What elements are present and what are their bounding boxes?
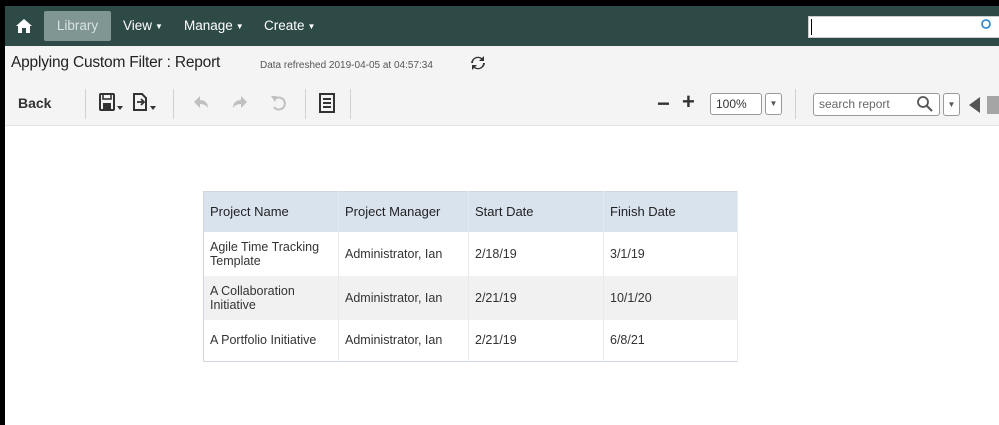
nav-create-menu[interactable]: Create ▼ [264,6,315,46]
toolbar-divider [85,89,86,119]
page-title: Applying Custom Filter : Report [11,54,221,71]
refresh-icon[interactable] [469,54,487,72]
cell-project-manager: Administrator, Ian [338,231,469,276]
home-icon[interactable] [15,17,33,35]
search-icon[interactable] [981,19,993,33]
redo-icon[interactable] [230,92,250,114]
nav-manage-label: Manage [184,18,233,33]
previous-result-icon[interactable] [969,97,980,113]
zoom-out-button[interactable]: − [657,91,670,117]
report-settings-icon[interactable] [318,92,336,114]
cell-finish-date: 6/8/21 [603,319,738,362]
cell-project-name: A Collaboration Initiative [203,275,339,320]
table-row: A Collaboration Initiative Administrator… [203,275,738,320]
cell-finish-date: 10/1/20 [603,275,738,320]
cell-project-name: Agile Time Tracking Template [203,231,339,276]
toolbar-divider [173,89,174,119]
toolbar-divider [795,89,796,119]
cell-finish-date: 3/1/19 [603,231,738,276]
zoom-in-button[interactable]: + [682,89,695,115]
table-row: A Portfolio Initiative Administrator, Ia… [203,319,738,362]
text-cursor [811,19,812,35]
search-options-dropdown[interactable]: ▼ [943,93,960,116]
chevron-down-icon: ▼ [307,22,316,31]
next-result-icon[interactable] [987,96,999,114]
revert-icon[interactable] [269,92,289,114]
search-icon[interactable] [916,95,934,113]
save-icon[interactable] [98,92,124,114]
toolbar-divider [305,89,306,119]
column-header-project-manager[interactable]: Project Manager [338,191,469,232]
nav-library[interactable]: Library [44,11,111,41]
report-toolbar: Back − + 100% ▼ search report ▼ [5,81,999,126]
cell-start-date: 2/18/19 [468,231,604,276]
cell-start-date: 2/21/19 [468,275,604,320]
table-header-row: Project Name Project Manager Start Date … [203,191,738,232]
global-search-input[interactable] [808,16,999,38]
cell-project-name: A Portfolio Initiative [203,319,339,362]
nav-create-label: Create [264,18,305,33]
column-header-finish-date[interactable]: Finish Date [603,191,738,232]
cell-start-date: 2/21/19 [468,319,604,362]
undo-icon[interactable] [191,92,211,114]
nav-view-label: View [123,18,153,33]
column-header-start-date[interactable]: Start Date [468,191,604,232]
cell-project-manager: Administrator, Ian [338,275,469,320]
export-icon[interactable] [131,92,157,114]
nav-view-menu[interactable]: View ▼ [123,6,163,46]
cell-project-manager: Administrator, Ian [338,319,469,362]
report-table: Project Name Project Manager Start Date … [203,191,738,362]
chevron-down-icon: ▼ [235,22,244,31]
zoom-dropdown-button[interactable]: ▼ [765,93,782,115]
chevron-down-icon: ▼ [155,22,163,31]
report-title-bar: Applying Custom Filter : Report Data ref… [5,46,999,81]
top-nav-bar: Library View ▼ Manage ▼ Create ▼ [5,6,999,46]
column-header-project-name[interactable]: Project Name [203,191,339,232]
table-row: Agile Time Tracking Template Administrat… [203,231,738,276]
nav-manage-menu[interactable]: Manage ▼ [184,6,244,46]
data-refreshed-text: Data refreshed 2019-04-05 at 04:57:34 [260,60,433,71]
zoom-level-input[interactable]: 100% [710,93,762,115]
toolbar-divider [350,89,351,119]
app-window: Library View ▼ Manage ▼ Create ▼ Applying C… [5,6,999,425]
back-button[interactable]: Back [18,95,51,111]
